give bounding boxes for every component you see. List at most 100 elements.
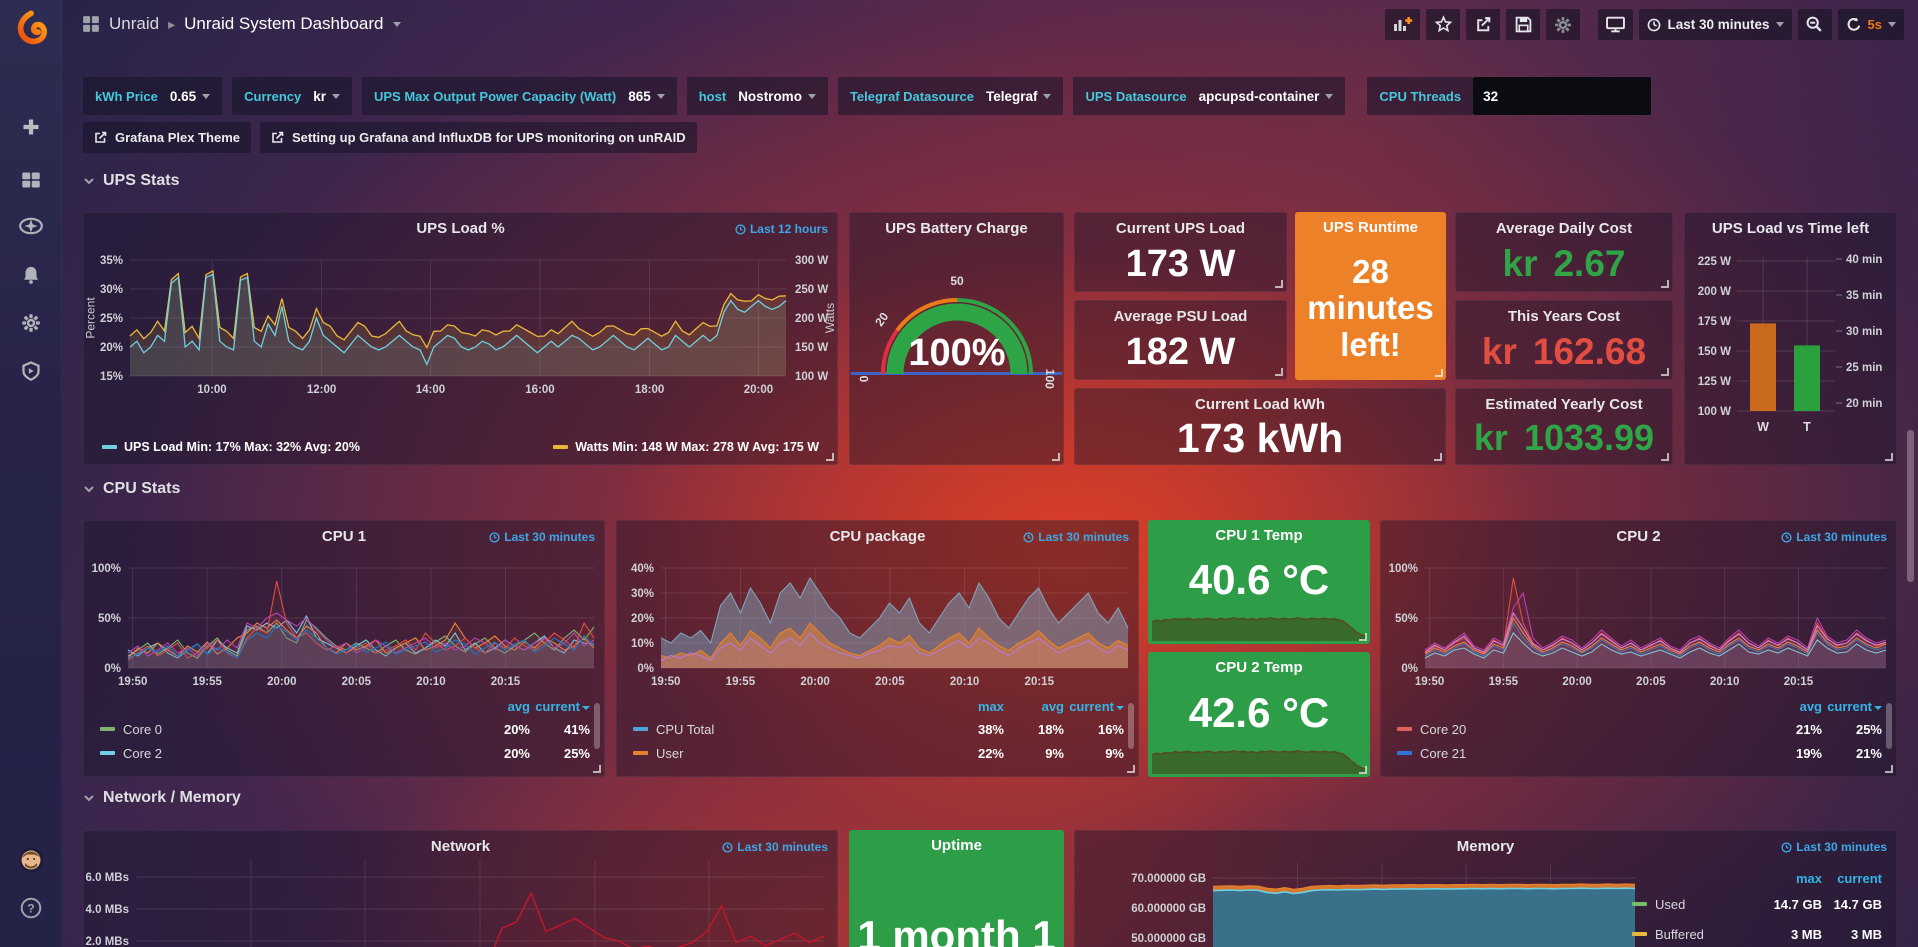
- variable-kwh-price[interactable]: kWh Price 0.65: [83, 77, 222, 115]
- legend-column-header[interactable]: max: [1762, 871, 1822, 886]
- legend-column-header[interactable]: avg: [470, 699, 530, 714]
- chevron-down-icon: [202, 94, 210, 99]
- time-range-picker[interactable]: Last 30 minutes: [1639, 9, 1791, 40]
- share-button[interactable]: [1466, 9, 1500, 40]
- panel-title[interactable]: This Years Cost: [1456, 308, 1672, 325]
- legend-series[interactable]: Used14.7 GB14.7 GB: [1632, 889, 1882, 919]
- breadcrumb-app[interactable]: Unraid: [109, 14, 159, 34]
- legend-column-header[interactable]: current: [1822, 699, 1882, 714]
- variable-telegraf-datasource[interactable]: Telegraf Datasource Telegraf: [838, 77, 1064, 115]
- zoom-out-button[interactable]: [1798, 9, 1832, 40]
- section-network-memory[interactable]: Network / Memory: [83, 789, 241, 807]
- svg-text:30 min: 30 min: [1846, 326, 1882, 338]
- legend-series[interactable]: Core 220%25%: [100, 741, 590, 765]
- variable-currency[interactable]: Currency kr: [232, 77, 352, 115]
- legend-series-ups-load[interactable]: UPS Load Min: 17% Max: 32% Avg: 20%: [102, 440, 360, 454]
- panel-title[interactable]: Current UPS Load: [1075, 220, 1286, 237]
- add-icon[interactable]: [0, 107, 62, 147]
- svg-text:20 min: 20 min: [1846, 398, 1882, 410]
- user-avatar[interactable]: [0, 840, 62, 880]
- time-range-label: Last 30 minutes: [1796, 530, 1887, 544]
- configuration-gear-icon[interactable]: [0, 303, 62, 343]
- panel-title[interactable]: UPS Load vs Time left: [1685, 220, 1896, 237]
- legend-scrollbar[interactable]: [1128, 703, 1134, 749]
- cpu1-chart[interactable]: 19:5019:5520:0020:0520:1020:15100%50%0%: [84, 521, 604, 701]
- legend-column-header[interactable]: avg: [1762, 699, 1822, 714]
- panel-time-range[interactable]: Last 30 minutes: [1023, 530, 1129, 544]
- svg-text:20:00: 20:00: [267, 676, 296, 688]
- ups-load-chart[interactable]: 10:0012:0014:0016:0018:0020:0035%30%25%2…: [84, 213, 837, 418]
- legend-series[interactable]: Core 020%41%: [100, 717, 590, 741]
- refresh-button[interactable]: 5s: [1838, 9, 1904, 40]
- pan​el-time-range[interactable]: Last 12 hours: [735, 222, 828, 236]
- link-ups-monitoring-guide[interactable]: Setting up Grafana and InfluxDB for UPS …: [260, 122, 697, 153]
- settings-button[interactable]: [1546, 9, 1580, 40]
- breadcrumb-page[interactable]: Unraid System Dashboard: [184, 14, 383, 34]
- save-button[interactable]: [1506, 9, 1540, 40]
- panel-title[interactable]: CPU 2 Temp: [1148, 659, 1370, 676]
- variable-label: CPU Threads: [1367, 77, 1473, 115]
- legend-column-header[interactable]: current: [530, 699, 590, 714]
- legend-column-header[interactable]: avg: [1004, 699, 1064, 714]
- legend-scrollbar[interactable]: [594, 703, 600, 749]
- legend-column-header[interactable]: max: [944, 699, 1004, 714]
- panel-title[interactable]: Average PSU Load: [1075, 308, 1286, 325]
- dashboard-dropdown-caret[interactable]: [393, 22, 401, 27]
- legend-series[interactable]: User22%9%9%: [633, 741, 1124, 765]
- link-grafana-plex-theme[interactable]: Grafana Plex Theme: [83, 122, 251, 153]
- variable-ups-max-output[interactable]: UPS Max Output Power Capacity (Watt) 865: [362, 77, 677, 115]
- svg-text:14:00: 14:00: [416, 384, 445, 396]
- panel-time-range[interactable]: Last 30 minutes: [1781, 530, 1887, 544]
- section-ups-stats[interactable]: UPS Stats: [83, 172, 179, 190]
- cpu-threads-input[interactable]: 32: [1473, 77, 1651, 115]
- legend-series[interactable]: Core 2021%25%: [1397, 717, 1882, 741]
- legend-series[interactable]: CPU Total38%18%16%: [633, 717, 1124, 741]
- help-icon[interactable]: ?: [0, 888, 62, 928]
- cpu-package-chart[interactable]: 19:5019:5520:0020:0520:1020:1540%30%20%1…: [617, 521, 1138, 701]
- panel-title[interactable]: Current Load kWh: [1075, 396, 1445, 413]
- time-range-label: Last 30 minutes: [1038, 530, 1129, 544]
- panel-time-range[interactable]: Last 30 minutes: [489, 530, 595, 544]
- legend-series[interactable]: Buffered3 MB3 MB: [1632, 919, 1882, 947]
- panel-time-range[interactable]: Last 30 minutes: [722, 840, 828, 854]
- variable-value: kr: [313, 89, 326, 104]
- load-vs-time-bar-chart[interactable]: 225 W200 W175 W150 W125 W100 W40 min35 m…: [1685, 213, 1898, 471]
- legend-column-header[interactable]: current: [1822, 871, 1882, 886]
- refresh-interval-caret[interactable]: [1888, 22, 1896, 27]
- panel-title[interactable]: UPS Load %: [84, 220, 837, 237]
- panel-title[interactable]: UPS Battery Charge: [850, 220, 1063, 237]
- svg-text:16:00: 16:00: [525, 384, 554, 396]
- server-admin-shield-icon[interactable]: [0, 351, 62, 391]
- panel-title[interactable]: Uptime: [849, 837, 1064, 854]
- explore-compass-icon[interactable]: [0, 206, 62, 246]
- panel-title[interactable]: Memory: [1075, 838, 1896, 855]
- dashboards-icon[interactable]: [0, 160, 62, 200]
- panel-title[interactable]: CPU 1 Temp: [1148, 527, 1370, 544]
- legend-column-header[interactable]: current: [1064, 699, 1124, 714]
- add-panel-button[interactable]: [1385, 9, 1420, 40]
- alerting-bell-icon[interactable]: [0, 255, 62, 295]
- svg-text:20:05: 20:05: [1636, 676, 1666, 688]
- panel-title[interactable]: Average Daily Cost: [1456, 220, 1672, 237]
- variable-ups-datasource[interactable]: UPS Datasource apcupsd-container: [1073, 77, 1345, 115]
- tv-mode-button[interactable]: [1598, 9, 1633, 40]
- section-cpu-stats[interactable]: CPU Stats: [83, 480, 180, 498]
- chevron-down-icon: [1043, 94, 1051, 99]
- tv-mode-icon: [1606, 16, 1625, 33]
- time-range-label: Last 30 minutes: [504, 530, 595, 544]
- panel-title[interactable]: Estimated Yearly Cost: [1456, 396, 1672, 413]
- legend-scrollbar[interactable]: [1886, 703, 1892, 749]
- svg-text:4.0 MBs: 4.0 MBs: [86, 904, 129, 916]
- page-scrollbar[interactable]: [1907, 430, 1914, 582]
- refresh-interval-label[interactable]: 5s: [1868, 17, 1882, 32]
- clock-icon: [722, 842, 733, 853]
- legend-series[interactable]: Core 2119%21%: [1397, 741, 1882, 765]
- legend-series-watts[interactable]: Watts Min: 148 W Max: 278 W Avg: 175 W: [553, 440, 819, 454]
- panel-title[interactable]: UPS Runtime: [1295, 219, 1446, 236]
- grafana-logo[interactable]: [0, 8, 62, 48]
- panel-time-range[interactable]: Last 30 minutes: [1781, 840, 1887, 854]
- star-button[interactable]: [1426, 9, 1460, 40]
- dashboard-grid-icon[interactable]: [82, 15, 100, 33]
- cpu2-chart[interactable]: 19:5019:5520:0020:0520:1020:15100%50%0%: [1381, 521, 1896, 701]
- variable-host[interactable]: host Nostromo: [687, 77, 828, 115]
